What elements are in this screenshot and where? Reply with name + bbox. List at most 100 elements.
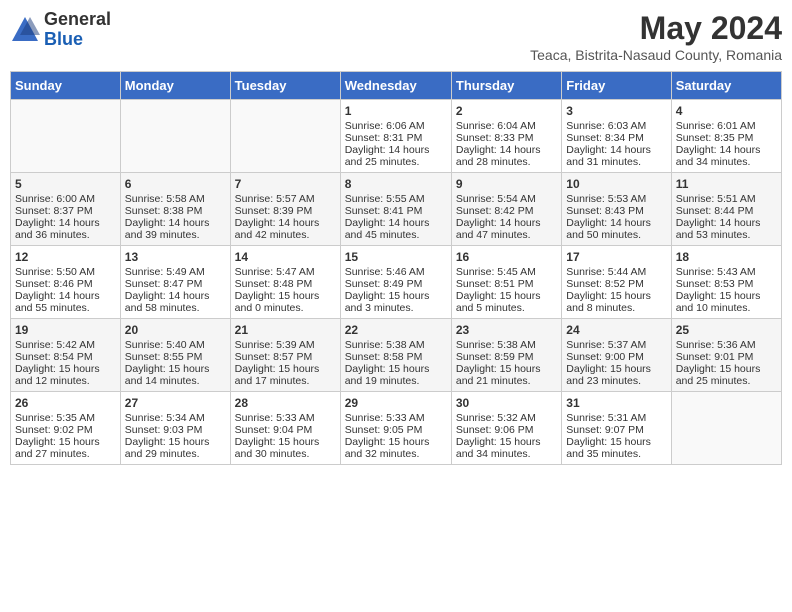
day-info: Sunrise: 5:32 AM [456, 412, 557, 424]
day-info: Sunrise: 5:33 AM [235, 412, 336, 424]
calendar-cell: 15Sunrise: 5:46 AMSunset: 8:49 PMDayligh… [340, 246, 451, 319]
day-number: 30 [456, 396, 557, 410]
day-number: 27 [125, 396, 226, 410]
day-info: Sunset: 9:02 PM [15, 424, 116, 436]
day-info: Daylight: 15 hours and 8 minutes. [566, 290, 666, 314]
day-info: Sunrise: 5:39 AM [235, 339, 336, 351]
logo-icon [10, 15, 40, 45]
day-number: 11 [676, 177, 777, 191]
calendar-cell: 10Sunrise: 5:53 AMSunset: 8:43 PMDayligh… [562, 173, 671, 246]
day-info: Daylight: 15 hours and 32 minutes. [345, 436, 447, 460]
day-number: 16 [456, 250, 557, 264]
day-number: 23 [456, 323, 557, 337]
day-info: Sunset: 8:48 PM [235, 278, 336, 290]
day-info: Daylight: 14 hours and 34 minutes. [676, 144, 777, 168]
calendar-cell: 4Sunrise: 6:01 AMSunset: 8:35 PMDaylight… [671, 100, 781, 173]
calendar-cell: 13Sunrise: 5:49 AMSunset: 8:47 PMDayligh… [120, 246, 230, 319]
day-info: Sunrise: 5:54 AM [456, 193, 557, 205]
day-number: 12 [15, 250, 116, 264]
day-info: Sunrise: 5:44 AM [566, 266, 666, 278]
day-info: Sunrise: 5:36 AM [676, 339, 777, 351]
day-number: 13 [125, 250, 226, 264]
day-info: Daylight: 15 hours and 29 minutes. [125, 436, 226, 460]
calendar-cell: 14Sunrise: 5:47 AMSunset: 8:48 PMDayligh… [230, 246, 340, 319]
day-info: Sunset: 8:47 PM [125, 278, 226, 290]
day-info: Daylight: 15 hours and 21 minutes. [456, 363, 557, 387]
day-info: Sunrise: 6:01 AM [676, 120, 777, 132]
day-info: Sunset: 8:55 PM [125, 351, 226, 363]
day-info: Daylight: 15 hours and 0 minutes. [235, 290, 336, 314]
calendar-week-3: 12Sunrise: 5:50 AMSunset: 8:46 PMDayligh… [11, 246, 782, 319]
day-number: 24 [566, 323, 666, 337]
day-info: Daylight: 15 hours and 30 minutes. [235, 436, 336, 460]
title-area: May 2024 Teaca, Bistrita-Nasaud County, … [530, 10, 782, 63]
calendar-week-1: 1Sunrise: 6:06 AMSunset: 8:31 PMDaylight… [11, 100, 782, 173]
calendar-cell: 8Sunrise: 5:55 AMSunset: 8:41 PMDaylight… [340, 173, 451, 246]
calendar-week-4: 19Sunrise: 5:42 AMSunset: 8:54 PMDayligh… [11, 319, 782, 392]
calendar-cell: 18Sunrise: 5:43 AMSunset: 8:53 PMDayligh… [671, 246, 781, 319]
day-info: Sunrise: 5:55 AM [345, 193, 447, 205]
day-number: 4 [676, 104, 777, 118]
day-info: Sunset: 8:51 PM [456, 278, 557, 290]
calendar-cell: 24Sunrise: 5:37 AMSunset: 9:00 PMDayligh… [562, 319, 671, 392]
day-info: Sunset: 9:05 PM [345, 424, 447, 436]
calendar-cell: 26Sunrise: 5:35 AMSunset: 9:02 PMDayligh… [11, 392, 121, 465]
day-info: Daylight: 14 hours and 53 minutes. [676, 217, 777, 241]
calendar-cell: 12Sunrise: 5:50 AMSunset: 8:46 PMDayligh… [11, 246, 121, 319]
day-info: Sunset: 9:01 PM [676, 351, 777, 363]
day-info: Daylight: 15 hours and 3 minutes. [345, 290, 447, 314]
calendar-cell [11, 100, 121, 173]
day-info: Daylight: 14 hours and 31 minutes. [566, 144, 666, 168]
calendar-cell: 3Sunrise: 6:03 AMSunset: 8:34 PMDaylight… [562, 100, 671, 173]
day-info: Sunrise: 5:45 AM [456, 266, 557, 278]
calendar-cell: 31Sunrise: 5:31 AMSunset: 9:07 PMDayligh… [562, 392, 671, 465]
calendar-header-row: SundayMondayTuesdayWednesdayThursdayFrid… [11, 72, 782, 100]
day-info: Sunset: 8:43 PM [566, 205, 666, 217]
calendar-body: 1Sunrise: 6:06 AMSunset: 8:31 PMDaylight… [11, 100, 782, 465]
calendar-cell: 23Sunrise: 5:38 AMSunset: 8:59 PMDayligh… [451, 319, 561, 392]
day-info: Daylight: 14 hours and 55 minutes. [15, 290, 116, 314]
day-info: Sunrise: 6:03 AM [566, 120, 666, 132]
day-number: 6 [125, 177, 226, 191]
calendar-cell: 25Sunrise: 5:36 AMSunset: 9:01 PMDayligh… [671, 319, 781, 392]
day-info: Sunset: 9:06 PM [456, 424, 557, 436]
calendar-cell: 1Sunrise: 6:06 AMSunset: 8:31 PMDaylight… [340, 100, 451, 173]
day-info: Sunrise: 5:51 AM [676, 193, 777, 205]
day-info: Daylight: 15 hours and 5 minutes. [456, 290, 557, 314]
day-info: Sunrise: 5:33 AM [345, 412, 447, 424]
day-number: 17 [566, 250, 666, 264]
day-info: Daylight: 15 hours and 35 minutes. [566, 436, 666, 460]
day-info: Sunset: 8:38 PM [125, 205, 226, 217]
calendar-table: SundayMondayTuesdayWednesdayThursdayFrid… [10, 71, 782, 465]
calendar-cell [230, 100, 340, 173]
calendar-cell: 19Sunrise: 5:42 AMSunset: 8:54 PMDayligh… [11, 319, 121, 392]
calendar-cell: 29Sunrise: 5:33 AMSunset: 9:05 PMDayligh… [340, 392, 451, 465]
header-monday: Monday [120, 72, 230, 100]
day-info: Sunset: 8:54 PM [15, 351, 116, 363]
calendar-cell: 6Sunrise: 5:58 AMSunset: 8:38 PMDaylight… [120, 173, 230, 246]
day-info: Daylight: 15 hours and 14 minutes. [125, 363, 226, 387]
day-number: 2 [456, 104, 557, 118]
calendar-cell: 30Sunrise: 5:32 AMSunset: 9:06 PMDayligh… [451, 392, 561, 465]
day-number: 7 [235, 177, 336, 191]
day-info: Sunset: 8:44 PM [676, 205, 777, 217]
header-sunday: Sunday [11, 72, 121, 100]
day-info: Sunset: 9:07 PM [566, 424, 666, 436]
calendar-cell: 27Sunrise: 5:34 AMSunset: 9:03 PMDayligh… [120, 392, 230, 465]
day-info: Sunrise: 5:37 AM [566, 339, 666, 351]
calendar-cell: 22Sunrise: 5:38 AMSunset: 8:58 PMDayligh… [340, 319, 451, 392]
day-info: Sunrise: 5:46 AM [345, 266, 447, 278]
calendar-cell: 7Sunrise: 5:57 AMSunset: 8:39 PMDaylight… [230, 173, 340, 246]
day-info: Daylight: 14 hours and 58 minutes. [125, 290, 226, 314]
day-info: Sunset: 8:39 PM [235, 205, 336, 217]
day-info: Daylight: 14 hours and 36 minutes. [15, 217, 116, 241]
day-info: Daylight: 14 hours and 28 minutes. [456, 144, 557, 168]
calendar-cell: 17Sunrise: 5:44 AMSunset: 8:52 PMDayligh… [562, 246, 671, 319]
day-info: Daylight: 15 hours and 25 minutes. [676, 363, 777, 387]
day-info: Sunrise: 5:38 AM [345, 339, 447, 351]
day-number: 20 [125, 323, 226, 337]
day-info: Sunrise: 5:57 AM [235, 193, 336, 205]
day-info: Sunrise: 5:34 AM [125, 412, 226, 424]
day-number: 9 [456, 177, 557, 191]
day-number: 26 [15, 396, 116, 410]
